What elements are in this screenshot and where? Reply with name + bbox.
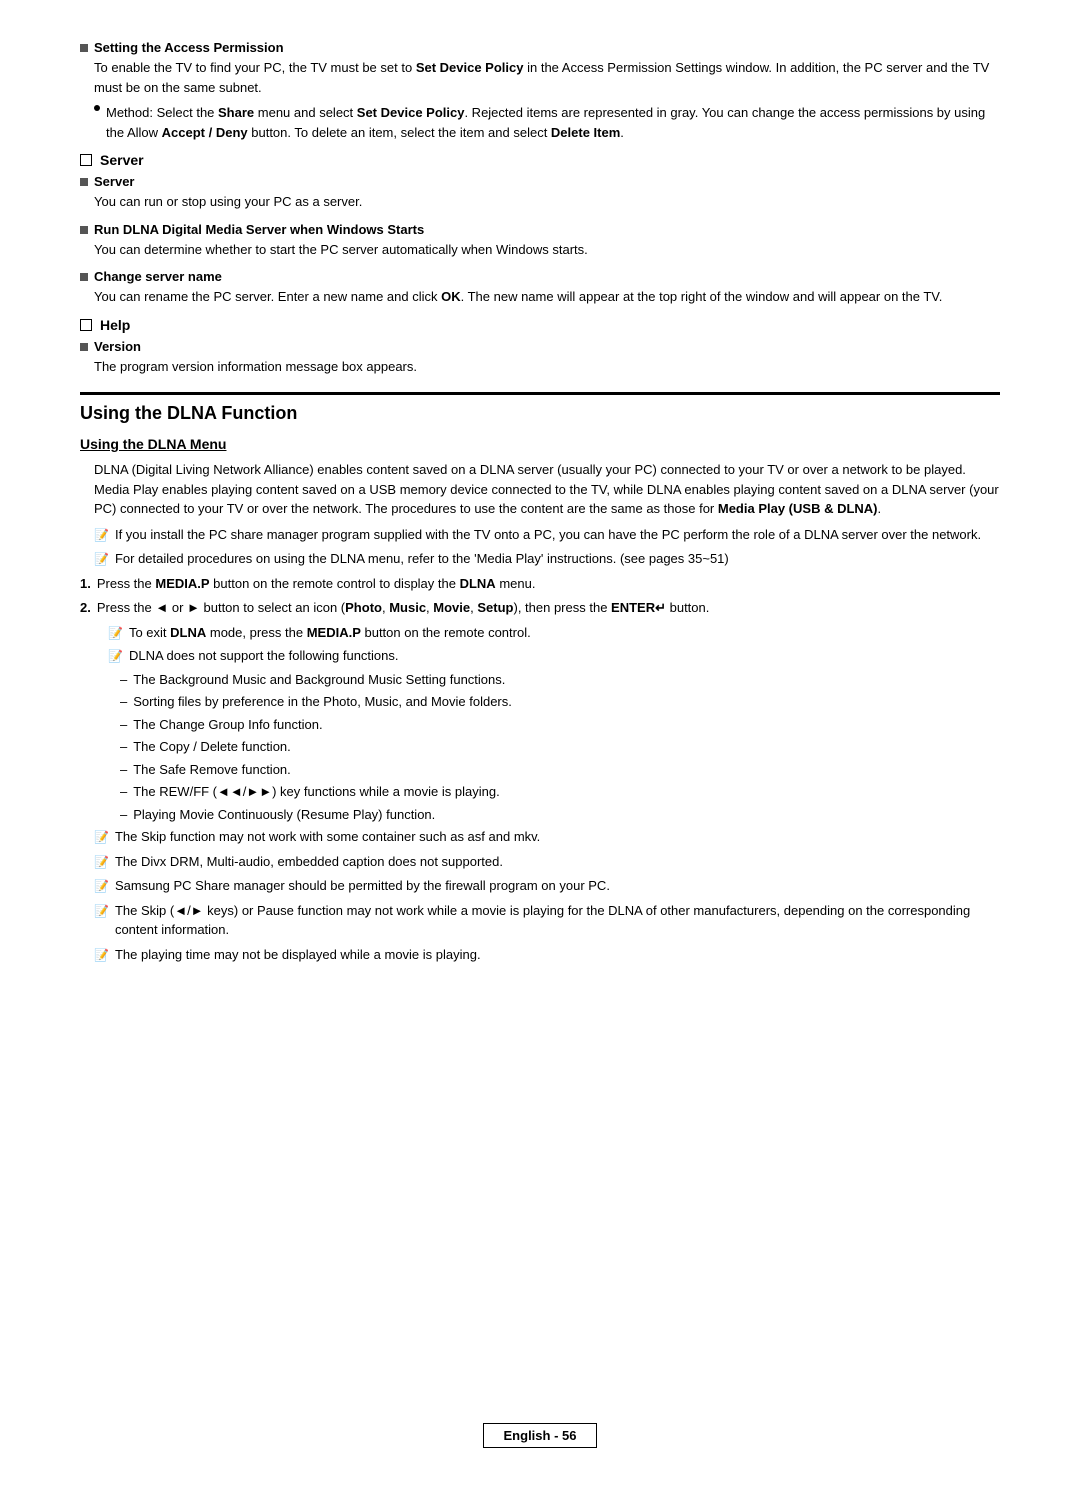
dlna-dash6: – The REW/FF (◄◄/►►) key functions while… [120,782,1000,802]
bullet-icon [80,273,88,281]
bullet-icon [80,226,88,234]
dlna-dash5: – The Safe Remove function. [120,760,1000,780]
checkbox-icon [80,154,92,166]
note-icon: 📝 [94,902,109,920]
footer-label: English - 56 [483,1423,598,1448]
server-text: You can run or stop using your PC as a s… [94,192,1000,212]
dlna-section-title: Using the DLNA Function [80,403,1000,424]
note-icon: 📝 [94,526,109,544]
run-dlna-heading: Run DLNA Digital Media Server when Windo… [80,222,1000,237]
note-icon: 📝 [94,828,109,846]
run-dlna-section: Run DLNA Digital Media Server when Windo… [80,222,1000,260]
dlna-dash4: – The Copy / Delete function. [120,737,1000,757]
dlna-note6: 📝 The Skip (◄/► keys) or Pause function … [94,901,1000,940]
dlna-note7: 📝 The playing time may not be displayed … [94,945,1000,965]
help-checkbox-heading: Help [80,317,1000,333]
dlna-note4: 📝 The Divx DRM, Multi-audio, embedded ca… [94,852,1000,872]
dlna-intro: DLNA (Digital Living Network Alliance) e… [94,460,1000,519]
dlna-dash2: – Sorting files by preference in the Pho… [120,692,1000,712]
server-heading: Server [80,174,1000,189]
section-divider [80,392,1000,395]
dlna-sub-note1: 📝 To exit DLNA mode, press the MEDIA.P b… [108,623,1000,643]
dlna-note3: 📝 The Skip function may not work with so… [94,827,1000,847]
change-server-heading: Change server name [80,269,1000,284]
note-icon: 📝 [94,550,109,568]
dlna-dash1: – The Background Music and Background Mu… [120,670,1000,690]
dlna-step1: 1. Press the MEDIA.P button on the remot… [80,574,1000,594]
run-dlna-text: You can determine whether to start the P… [94,240,1000,260]
checkbox-icon [80,319,92,331]
dlna-note1: 📝 If you install the PC share manager pr… [94,525,1000,545]
bullet-icon [80,44,88,52]
note-icon: 📝 [108,647,123,665]
dlna-note5: 📝 Samsung PC Share manager should be per… [94,876,1000,896]
dlna-note2: 📝 For detailed procedures on using the D… [94,549,1000,569]
access-permission-bullet1: Method: Select the Share menu and select… [94,103,1000,142]
circle-bullet-icon [94,105,100,111]
note-icon: 📝 [108,624,123,642]
server-section: Server You can run or stop using your PC… [80,174,1000,212]
page-footer: English - 56 [0,1423,1080,1448]
dlna-sub-note2: 📝 DLNA does not support the following fu… [108,646,1000,666]
note-icon: 📝 [94,853,109,871]
page-content: Setting the Access Permission To enable … [80,40,1000,964]
dlna-dash3: – The Change Group Info function. [120,715,1000,735]
access-permission-text1: To enable the TV to find your PC, the TV… [94,58,1000,97]
version-section: Version The program version information … [80,339,1000,377]
access-permission-section: Setting the Access Permission To enable … [80,40,1000,142]
change-server-section: Change server name You can rename the PC… [80,269,1000,307]
dlna-step2: 2. Press the ◄ or ► button to select an … [80,598,1000,618]
note-icon: 📝 [94,946,109,964]
version-text: The program version information message … [94,357,1000,377]
bullet-icon [80,343,88,351]
bullet-icon [80,178,88,186]
server-checkbox-heading: Server [80,152,1000,168]
dlna-dash7: – Playing Movie Continuously (Resume Pla… [120,805,1000,825]
change-server-text: You can rename the PC server. Enter a ne… [94,287,1000,307]
note-icon: 📝 [94,877,109,895]
dlna-menu-title: Using the DLNA Menu [80,436,1000,452]
access-permission-heading: Setting the Access Permission [80,40,1000,55]
version-heading: Version [80,339,1000,354]
